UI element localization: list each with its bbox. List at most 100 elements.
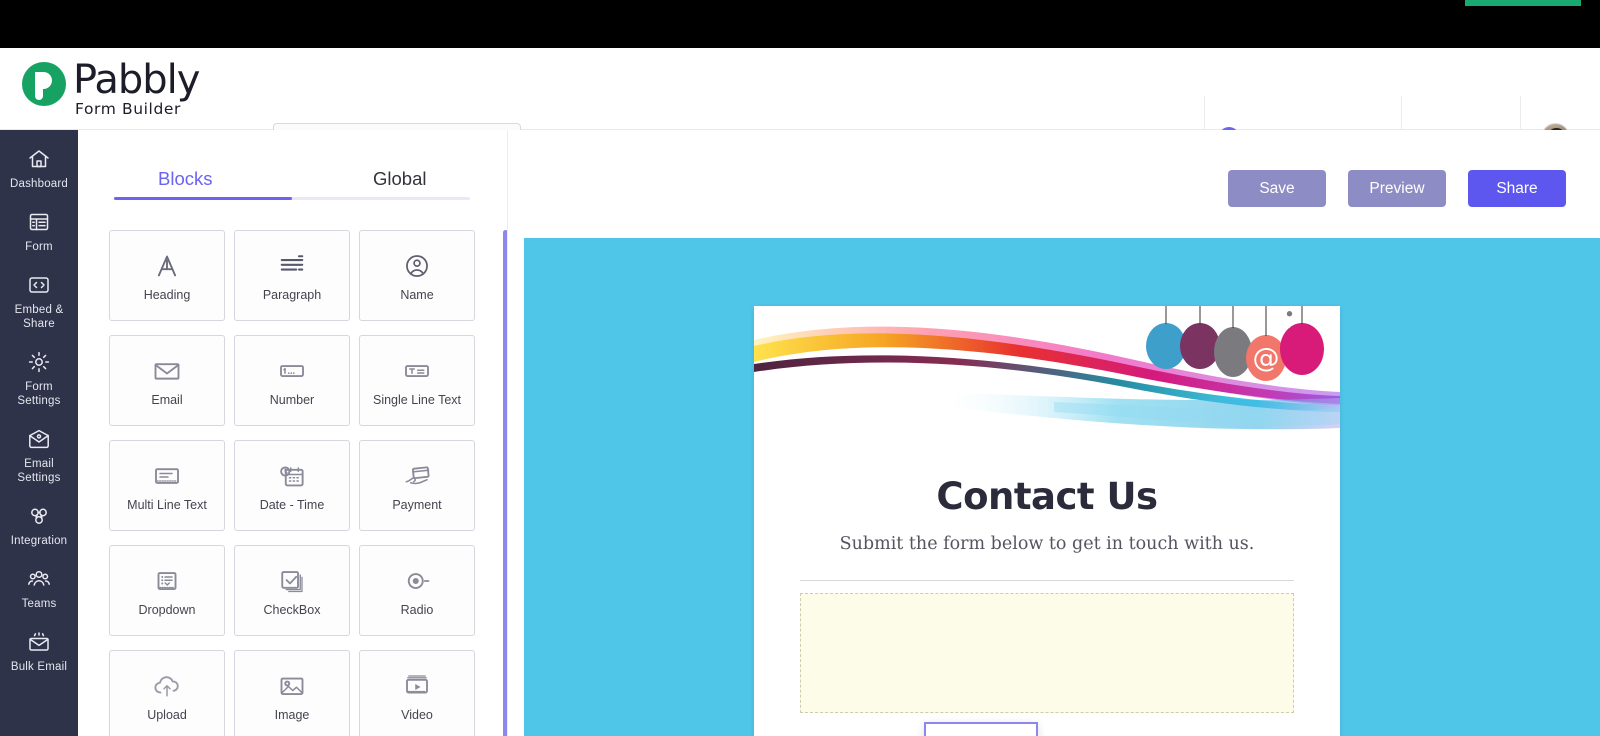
block-multi-line-text[interactable]: Multi Line Text	[109, 440, 225, 531]
block-drop-zone[interactable]	[800, 593, 1294, 713]
canvas-action-buttons: Save Preview Share	[1228, 170, 1566, 207]
sidebar-item-email-settings[interactable]: Email Settings	[0, 426, 78, 485]
block-date-time[interactable]: Date - Time	[234, 440, 350, 531]
banner-contact-icons: @	[1146, 306, 1324, 381]
dropdown-list-icon	[152, 564, 182, 598]
block-label: Email	[151, 392, 183, 407]
sidebar-nav: Dashboard Form Embed & Share Form Settings Ema…	[0, 130, 78, 736]
canvas-toolbar: Save Preview Share	[508, 130, 1600, 238]
code-icon	[26, 272, 52, 298]
blocks-grid: Heading Paragraph Name Email Number Single Li…	[78, 230, 507, 736]
tab-indicator-active	[114, 197, 292, 200]
envelope-icon	[152, 354, 182, 388]
block-label: Paragraph	[262, 287, 322, 302]
block-label: Upload	[147, 707, 187, 722]
tab-blocks[interactable]: Blocks	[78, 146, 293, 200]
block-label: Image	[274, 707, 310, 722]
sidebar-item-embed-share[interactable]: Embed & Share	[0, 272, 78, 331]
sidebar-item-form[interactable]: Form	[0, 209, 78, 254]
block-video[interactable]: Video	[359, 650, 475, 736]
form-preview-card: @ Contact Us Submit the form below to ge…	[754, 306, 1340, 736]
hanger-string	[1232, 306, 1234, 328]
block-upload[interactable]: Upload	[109, 650, 225, 736]
block-number[interactable]: Number	[234, 335, 350, 426]
block-label: Payment	[392, 497, 442, 512]
block-dropdown[interactable]: Dropdown	[109, 545, 225, 636]
sidebar-item-label: Form	[25, 241, 53, 254]
block-label: Multi Line Text	[127, 497, 207, 512]
sidebar-item-dashboard[interactable]: Dashboard	[0, 146, 78, 191]
pabbly-logo[interactable]: Pabbly Form Builder	[22, 57, 200, 118]
upload-cloud-icon	[152, 669, 182, 703]
block-label: Video	[401, 707, 433, 722]
form-stage: @ Contact Us Submit the form below to ge…	[524, 238, 1600, 736]
sidebar-item-label: Bulk Email	[10, 661, 68, 674]
sidebar-item-label: Integration	[10, 535, 68, 548]
pabbly-logo-icon	[22, 62, 66, 106]
form-heading: Contact Us	[936, 475, 1158, 518]
block-heading[interactable]: Heading	[109, 230, 225, 321]
block-paragraph[interactable]: Paragraph	[234, 230, 350, 321]
gear-icon	[26, 349, 52, 375]
sidebar-item-form-settings[interactable]: Form Settings	[0, 349, 78, 408]
block-email[interactable]: Email	[109, 335, 225, 426]
radio-icon	[402, 564, 432, 598]
block-image[interactable]: Image	[234, 650, 350, 736]
location-bubble	[1280, 306, 1324, 375]
app-header: Pabbly Form Builder Contact Us- [IV02-40…	[0, 48, 1600, 178]
paragraph-lines-icon	[277, 249, 307, 283]
app-root: Pabbly Form Builder Contact Us- [IV02-40…	[0, 0, 1600, 736]
number-field-icon	[277, 354, 307, 388]
block-label: Date - Time	[259, 497, 325, 512]
block-label: CheckBox	[263, 602, 321, 617]
integration-icon	[26, 503, 52, 529]
form-banner-image: @	[754, 306, 1340, 435]
bulk-email-icon	[26, 629, 52, 655]
heading-a-icon	[152, 249, 182, 283]
block-label: Number	[269, 392, 315, 407]
block-checkbox[interactable]: CheckBox	[234, 545, 350, 636]
home-icon	[26, 146, 52, 172]
block-label: Single Line Text	[372, 392, 462, 407]
preview-button[interactable]: Preview	[1348, 170, 1446, 207]
sidebar-item-teams[interactable]: Teams	[0, 566, 78, 611]
sidebar-item-label: Teams	[21, 598, 57, 611]
video-icon	[402, 669, 432, 703]
block-payment[interactable]: Payment	[359, 440, 475, 531]
block-label: Name	[400, 287, 434, 302]
form-divider	[800, 580, 1294, 581]
hanger-string	[1199, 306, 1201, 324]
hanger-string	[1301, 306, 1303, 324]
block-label: Heading	[143, 287, 191, 302]
form-subheading: Submit the form below to get in touch wi…	[839, 534, 1255, 554]
logo-subtitle: Form Builder	[75, 100, 181, 118]
image-icon	[277, 669, 307, 703]
share-button[interactable]: Share	[1468, 170, 1566, 207]
panel-tabs: Blocks Global	[78, 130, 507, 200]
block-single-line-text[interactable]: Single Line Text	[359, 335, 475, 426]
logo-title: Pabbly	[73, 57, 200, 103]
sidebar-item-label: Dashboard	[9, 178, 69, 190]
block-label: Radio	[400, 602, 434, 617]
browser-top-bar	[0, 0, 1600, 48]
sidebar-item-bulk-email[interactable]: Bulk Email	[0, 629, 78, 674]
teams-icon	[26, 566, 52, 592]
tab-global[interactable]: Global	[293, 146, 508, 200]
email-settings-icon	[26, 426, 52, 452]
multi-line-text-icon	[152, 459, 182, 493]
user-circle-icon	[403, 249, 431, 283]
calendar-clock-icon	[277, 459, 307, 493]
blocks-panel: Blocks Global Heading Paragraph Name Email N…	[78, 130, 508, 736]
top-accent-strip	[1465, 0, 1581, 6]
bubble-shape	[1280, 307, 1324, 375]
save-button[interactable]: Save	[1228, 170, 1326, 207]
tab-indicator-track	[114, 197, 470, 200]
block-radio[interactable]: Radio	[359, 545, 475, 636]
checkbox-icon	[277, 564, 307, 598]
sidebar-item-integration[interactable]: Integration	[0, 503, 78, 548]
block-name[interactable]: Name	[359, 230, 475, 321]
hanger-string	[1265, 306, 1267, 336]
form-canvas: Save Preview Share @ Contact Us Submit t…	[508, 130, 1600, 736]
dragging-block-ghost[interactable]: Name	[924, 722, 1038, 736]
sidebar-item-label: Form Settings	[17, 381, 61, 408]
